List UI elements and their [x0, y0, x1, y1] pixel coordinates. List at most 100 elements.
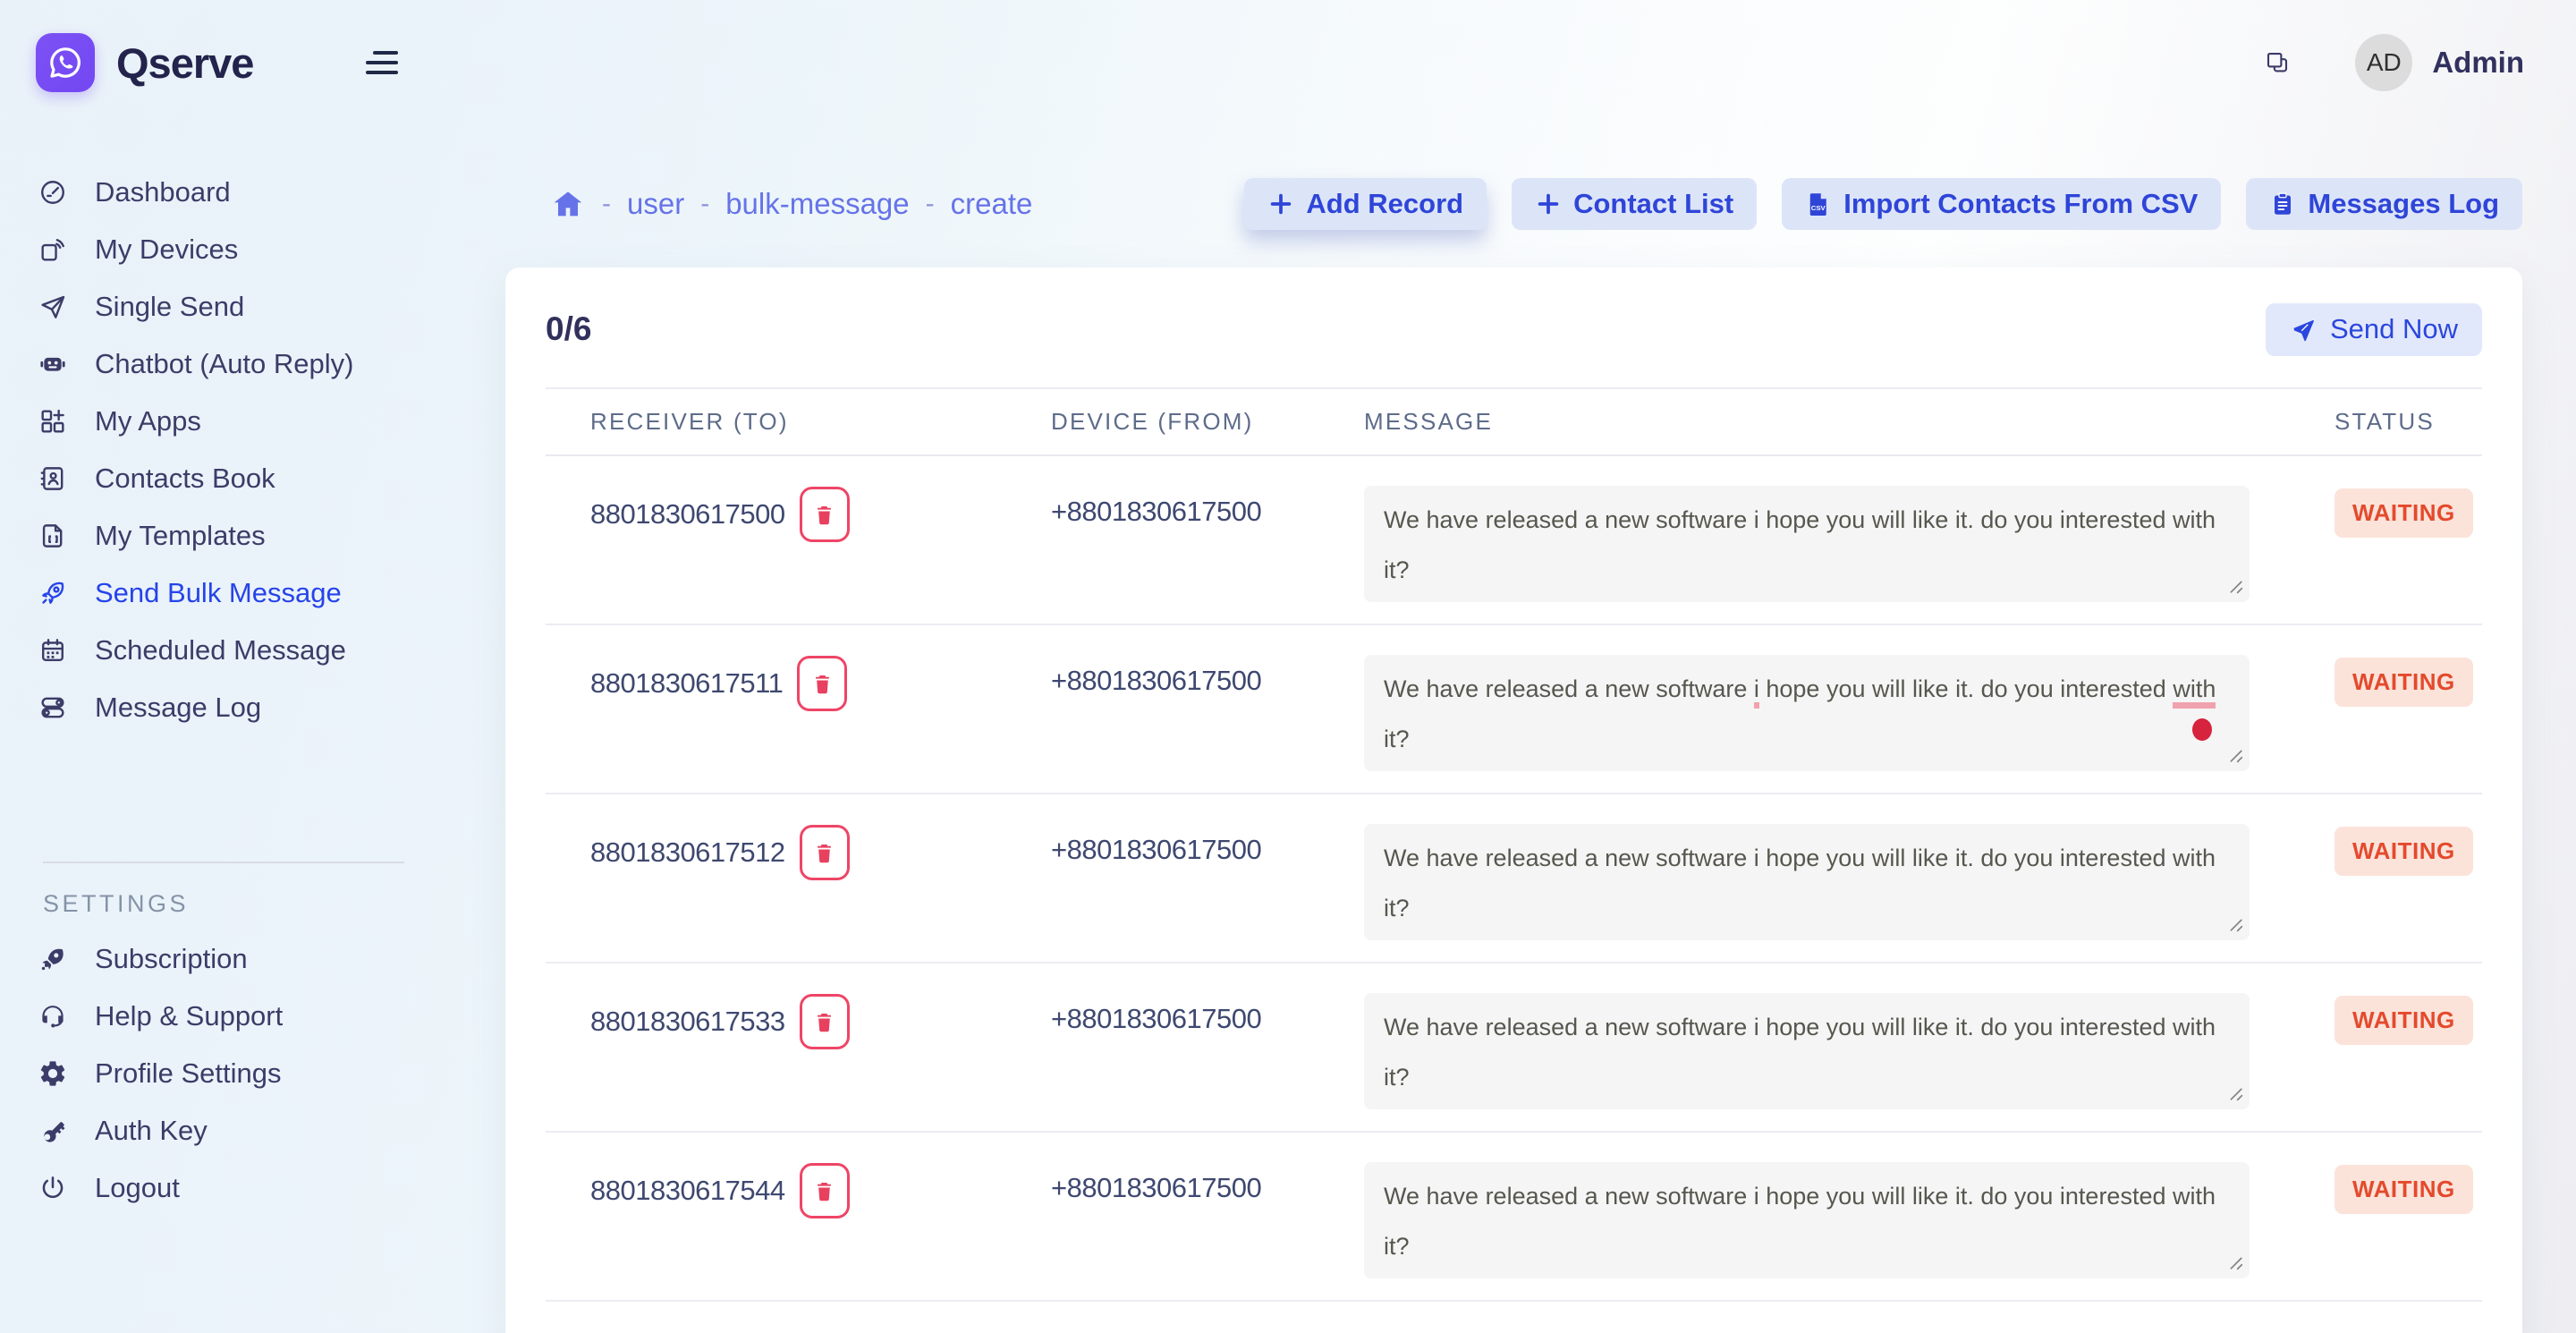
breadcrumb-separator: -	[926, 189, 935, 219]
brand-name: Qserve	[116, 38, 253, 88]
sidebar-item-contacts-book[interactable]: Contacts Book	[0, 450, 483, 507]
sidebar-item-scheduled-message[interactable]: Scheduled Message	[0, 622, 483, 679]
table-header-row: RECEIVER (TO)DEVICE (FROM)MESSAGESTATUS	[546, 389, 2482, 456]
sidebar-item-label: Single Send	[95, 291, 244, 323]
message-cell: We have released a new software i hope y…	[1319, 625, 2290, 793]
sidebar-item-single-send[interactable]: Single Send	[0, 278, 483, 335]
receiver-cell: 8801830617544	[546, 1133, 1006, 1300]
resize-handle-icon[interactable]	[2223, 912, 2245, 934]
message-textarea[interactable]: We have released a new software i hope y…	[1364, 993, 2250, 1109]
status-cell: WAITING	[2290, 625, 2482, 793]
avatar[interactable]: AD	[2355, 34, 2412, 91]
hamburger-icon[interactable]	[364, 47, 400, 78]
status-badge: WAITING	[2334, 827, 2473, 876]
sidebar-item-label: Dashboard	[95, 176, 231, 208]
resize-handle-icon[interactable]	[2223, 1250, 2245, 1272]
status-badge: WAITING	[2334, 996, 2473, 1045]
sidebar-item-label: Auth Key	[95, 1115, 208, 1147]
table-row: 8801830617500+8801830617500We have relea…	[546, 456, 2482, 625]
sidebar-item-label: Message Log	[95, 692, 261, 724]
trash-icon	[812, 1179, 836, 1203]
sidebar-item-label: Subscription	[95, 943, 248, 975]
message-textarea[interactable]: We have released a new software i hope y…	[1364, 655, 2250, 771]
send-filled-icon	[2290, 316, 2317, 343]
overlap-windows-icon[interactable]	[2264, 49, 2291, 76]
status-cell: WAITING	[2290, 794, 2482, 962]
delete-row-button[interactable]	[800, 487, 850, 542]
message-cell: We have released a new software i hope y…	[1319, 794, 2290, 962]
table-row: 8801830617533 +8801830617500 We have relea…	[546, 964, 2482, 1133]
brand[interactable]: Qserve	[36, 33, 253, 92]
device-cell: +8801830617500	[1006, 964, 1319, 1131]
breadcrumb-item-create[interactable]: create	[951, 187, 1033, 221]
sidebar-item-label: Help & Support	[95, 1000, 283, 1032]
sidebar-item-my-templates[interactable]: My Templates	[0, 507, 483, 565]
breadcrumb-item-user[interactable]: user	[627, 187, 684, 221]
sidebar-item-my-apps[interactable]: My Apps	[0, 393, 483, 450]
message-textarea[interactable]: We have released a new software i hope y…	[1364, 486, 2250, 602]
table-row: 8801830617512+8801830617500We have relea…	[546, 794, 2482, 964]
message-textarea[interactable]: We have released a new software i hope y…	[1364, 1162, 2250, 1278]
delete-row-button[interactable]	[800, 825, 850, 880]
trash-icon	[812, 503, 836, 527]
sidebar-item-chatbot[interactable]: Chatbot (Auto Reply)	[0, 335, 483, 393]
breadcrumb-separator: -	[602, 189, 611, 219]
status-cell: WAITING	[2290, 964, 2482, 1131]
table-row-empty	[546, 1302, 2482, 1333]
gear-icon	[38, 1058, 68, 1089]
resize-handle-icon[interactable]	[2223, 743, 2245, 765]
action-buttons: Add Record Contact List CSVImport Contacts…	[1244, 178, 2522, 230]
apps-grid-plus-icon	[38, 406, 68, 437]
sidebar-divider	[43, 862, 404, 863]
headset-icon	[38, 1001, 68, 1032]
delete-row-button[interactable]	[797, 656, 847, 711]
sidebar-item-my-devices[interactable]: My Devices	[0, 221, 483, 278]
receiver-cell: 8801830617533	[546, 964, 1006, 1131]
status-badge: WAITING	[2334, 488, 2473, 538]
svg-text:CSV: CSV	[1811, 204, 1826, 212]
home-icon[interactable]	[550, 186, 586, 222]
settings-section-label: SETTINGS	[43, 890, 483, 918]
status-badge: WAITING	[2334, 1165, 2473, 1214]
bulk-message-card: 0/6 Send Now RECEIVER (TO)DEVICE (FROM)M…	[505, 267, 2522, 1333]
resize-handle-icon[interactable]	[2223, 573, 2245, 596]
delete-row-button[interactable]	[800, 994, 850, 1049]
message-cell: We have released a new software i hope y…	[1319, 964, 2290, 1131]
whatsapp-icon	[36, 33, 95, 92]
sidebar-item-label: Contacts Book	[95, 463, 275, 495]
sidebar-item-profile-settings[interactable]: Profile Settings	[0, 1045, 483, 1102]
breadcrumb-item-bulk-message[interactable]: bulk-message	[725, 187, 909, 221]
key-icon	[38, 1116, 68, 1146]
sidebar-item-help-support[interactable]: Help & Support	[0, 988, 483, 1045]
sidebar-main-nav: Dashboard My Devices Single Send Chatbot (A…	[0, 164, 483, 736]
sidebar-item-logout[interactable]: Logout	[0, 1159, 483, 1217]
sidebar-item-subscription[interactable]: Subscription	[0, 930, 483, 988]
table-row: 8801830617511+8801830617500We have relea…	[546, 625, 2482, 794]
table-body: 8801830617500+8801830617500We have relea…	[546, 456, 2482, 1302]
status-badge: WAITING	[2334, 658, 2473, 707]
sidebar-item-label: Send Bulk Message	[95, 577, 342, 609]
sidebar-item-auth-key[interactable]: Auth Key	[0, 1102, 483, 1159]
column-header: STATUS	[2290, 408, 2482, 436]
sidebar-item-message-log[interactable]: Message Log	[0, 679, 483, 736]
send-now-button[interactable]: Send Now	[2266, 303, 2482, 356]
receiver-cell: 8801830617512	[546, 794, 1006, 962]
action-button-label: Add Record	[1306, 188, 1463, 220]
contact-list-button[interactable]: Contact List	[1512, 178, 1757, 230]
plus-icon	[1535, 191, 1562, 217]
add-record-button[interactable]: Add Record	[1244, 178, 1487, 230]
import-contacts-csv-button[interactable]: CSVImport Contacts From CSV	[1782, 178, 2221, 230]
breadcrumb-items: -user-bulk-message-create	[602, 187, 1032, 221]
delete-row-button[interactable]	[800, 1163, 850, 1218]
sidebar-item-label: My Apps	[95, 405, 201, 437]
resize-handle-icon[interactable]	[2223, 1081, 2245, 1103]
sidebar-item-send-bulk-message[interactable]: Send Bulk Message	[0, 565, 483, 622]
receiver-number: 8801830617533	[590, 994, 785, 1049]
robot-icon	[38, 349, 68, 379]
messages-log-button[interactable]: Messages Log	[2246, 178, 2522, 230]
column-header: MESSAGE	[1319, 408, 2290, 436]
sidebar: Dashboard My Devices Single Send Chatbot (A…	[0, 164, 483, 1217]
message-textarea[interactable]: We have released a new software i hope y…	[1364, 824, 2250, 940]
paper-plane-icon	[38, 292, 68, 322]
sidebar-item-dashboard[interactable]: Dashboard	[0, 164, 483, 221]
